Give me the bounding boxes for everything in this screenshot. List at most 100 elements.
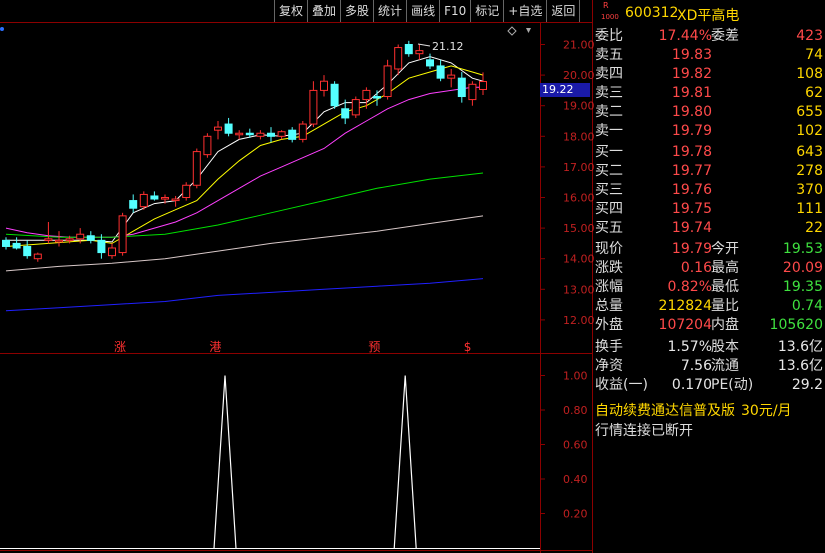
sub-y-tick-label: 1.00 [563, 370, 588, 383]
quote-row: 委比 17.44% 委差 423 [593, 27, 825, 46]
candle-body [320, 80, 328, 91]
event-marker: 港 [209, 340, 221, 354]
quote-row: 涨幅 0.82% 最低 19.35 [593, 278, 825, 297]
high-annotation: 21.12 [432, 40, 464, 53]
event-marker: 预 [368, 340, 380, 354]
quote-value: 19.79 [671, 123, 712, 139]
ma-line [5, 172, 484, 238]
back-button[interactable]: 返回 [546, 0, 581, 22]
f10-button[interactable]: F10 [439, 0, 470, 22]
candle-body [12, 242, 21, 249]
quote-value-2: 29.2 [791, 377, 823, 393]
quote-value: 19.78 [671, 144, 712, 160]
candle-body [341, 108, 350, 119]
draw-line-button[interactable]: 画线 [406, 0, 439, 22]
quote-label-2: 量比 [711, 298, 739, 314]
quote-label: 买五 [595, 220, 623, 236]
candle-body [118, 215, 127, 254]
stock-name[interactable]: XD平高电 [677, 5, 739, 25]
quote-value-2: 20.09 [782, 260, 823, 276]
quote-row: 现价 19.79 今开 19.53 [593, 240, 825, 259]
candle-body [65, 238, 74, 241]
quote-value: 19.74 [671, 220, 712, 236]
quote-value-2: 655 [796, 104, 823, 120]
quote-label: 卖三 [595, 85, 623, 101]
promo-banner[interactable]: 自动续费通达信普及版 30元/月 [595, 400, 792, 420]
quote-value-2: 22 [805, 220, 823, 236]
quote-value: 0.82% [667, 279, 712, 295]
quote-row: 买二 19.77 278 [593, 162, 825, 181]
sub-y-tick-label: 0.20 [563, 508, 588, 521]
quote-value: 19.79 [671, 241, 712, 257]
event-marker: 涨 [114, 339, 126, 354]
add-watchlist-button[interactable]: +自选 [503, 0, 546, 22]
candle-body [214, 126, 222, 131]
candle-body [479, 81, 487, 90]
quote-value: 212824 [658, 298, 712, 314]
quote-value-2: 643 [796, 144, 823, 160]
ma-line [5, 278, 484, 312]
sub-y-tick-label: 0.40 [563, 473, 588, 486]
connection-status: 行情连接已断开 [595, 423, 693, 439]
quote-row: 卖三 19.81 62 [593, 84, 825, 103]
multi-stock-button[interactable]: 多股 [340, 0, 373, 22]
quote-value: 0.170 [671, 377, 712, 393]
quote-label-2: 今开 [711, 241, 739, 257]
quote-label: 收益(一) [595, 377, 648, 393]
candle-body [108, 247, 116, 257]
candle-body [298, 123, 307, 140]
current-price-tag: 19.22 [540, 83, 590, 97]
candle-body [256, 132, 265, 137]
candle-body [468, 83, 477, 101]
candle-body [267, 132, 275, 137]
quote-label: 委比 [595, 28, 623, 44]
candle-body [203, 135, 212, 156]
quote-label: 买一 [595, 144, 623, 160]
y-tick-label: 19.00 [563, 100, 595, 113]
candle-body [129, 200, 138, 209]
candle-body [447, 74, 456, 79]
candle-body [415, 50, 424, 55]
stock-code[interactable]: 600312 [625, 5, 678, 21]
fuquan-button[interactable]: 复权 [274, 0, 307, 22]
quote-header: R 1000 600312 XD平高电 [593, 0, 825, 26]
quote-label-2: PE(动) [711, 377, 754, 393]
quote-value: 19.82 [671, 66, 712, 82]
candle-body [394, 47, 403, 70]
quote-value-2: 19.35 [782, 279, 823, 295]
y-tick-label: 17.00 [563, 161, 595, 174]
overlay-button[interactable]: 叠加 [307, 0, 340, 22]
promo-text: 自动续费通达信普及版 [595, 403, 735, 419]
quote-row: 卖五 19.83 74 [593, 46, 825, 65]
candle-body [76, 233, 85, 240]
quote-label: 净资 [595, 358, 623, 374]
quote-label-2: 最高 [711, 260, 739, 276]
quote-value-2: 102 [796, 123, 823, 139]
quote-value: 19.75 [671, 201, 712, 217]
promo-price: 30元/月 [741, 403, 792, 419]
statistics-button[interactable]: 统计 [373, 0, 406, 22]
candle-body [457, 77, 466, 98]
quote-row: 卖一 19.79 102 [593, 122, 825, 141]
quote-value: 1.57% [667, 339, 712, 355]
quote-value-2: 423 [796, 28, 823, 44]
quote-label-2: 最低 [711, 279, 739, 295]
mark-button[interactable]: 标记 [470, 0, 503, 22]
ma-line [5, 86, 483, 238]
quote-label: 换手 [595, 339, 623, 355]
quote-label: 买四 [595, 201, 623, 217]
indicator-spike [213, 375, 237, 549]
candle-body [161, 197, 169, 200]
quote-label: 总量 [595, 298, 623, 314]
quote-label: 涨跌 [595, 260, 623, 276]
quote-value: 17.44% [658, 28, 712, 44]
quote-label: 买二 [595, 163, 623, 179]
quote-row: 卖四 19.82 108 [593, 65, 825, 84]
quote-row: 换手 1.57% 股本 13.6亿 [593, 338, 825, 357]
candle-body [86, 235, 95, 241]
indicator-spike [393, 375, 417, 549]
quote-value-2: 62 [805, 85, 823, 101]
quote-label: 卖一 [595, 123, 623, 139]
quote-value-2: 370 [796, 182, 823, 198]
event-marker: $ [464, 340, 472, 354]
